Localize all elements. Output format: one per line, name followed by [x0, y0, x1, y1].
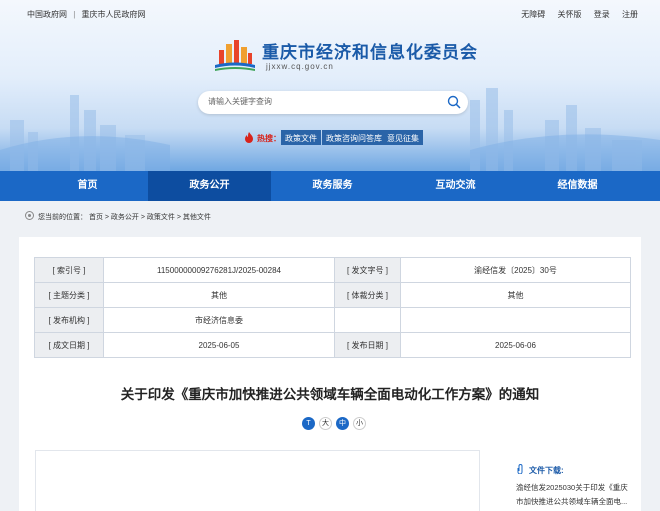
- link-cq-gov[interactable]: 重庆市人民政府网: [82, 10, 146, 19]
- login-link[interactable]: 登录: [594, 10, 610, 19]
- text-size-toggle-button[interactable]: T: [302, 417, 315, 430]
- search-icon[interactable]: [447, 95, 461, 109]
- meta-value: 11500000009276281J/2025-00284: [103, 257, 335, 283]
- nav-gov-services[interactable]: 政务服务: [271, 171, 394, 201]
- hot-tag-policy-docs[interactable]: 政策文件: [281, 130, 321, 145]
- nav-interaction[interactable]: 互动交流: [394, 171, 517, 201]
- download-link-continued[interactable]: 市加快推进公共领域车辆全面电...: [516, 496, 627, 507]
- meta-value: 2025-06-05: [103, 332, 335, 358]
- nav-gov-affairs-open[interactable]: 政务公开: [148, 171, 271, 201]
- meta-label: [ 成文日期 ]: [34, 332, 104, 358]
- nav-home[interactable]: 首页: [26, 171, 149, 201]
- location-icon: [25, 211, 34, 220]
- paperclip-icon: [517, 464, 523, 474]
- site-header: 中国政府网 | 重庆市人民政府网 无障碍 关怀版 登录 注册 重庆市经济和信息化…: [0, 0, 660, 171]
- separator: |: [73, 10, 76, 19]
- document-meta-table: [ 索引号 ] 11500000009276281J/2025-00284 [ …: [34, 257, 631, 358]
- document-title: 关于印发《重庆市加快推进公共领域车辆全面电动化工作方案》的通知: [120, 387, 540, 402]
- meta-value: 其他: [103, 282, 335, 308]
- top-bar: 中国政府网 | 重庆市人民政府网 无障碍 关怀版 登录 注册: [0, 0, 660, 26]
- content-panel: [ 索引号 ] 11500000009276281J/2025-00284 [ …: [19, 237, 641, 511]
- meta-label: [ 主题分类 ]: [34, 282, 104, 308]
- meta-value: [400, 307, 631, 333]
- table-row: [ 索引号 ] 11500000009276281J/2025-00284 [ …: [34, 257, 631, 283]
- document-body: [35, 450, 480, 511]
- meta-value: 2025-06-06: [400, 332, 631, 358]
- main-nav: 首页 政务公开 政务服务 互动交流 经信数据: [0, 171, 660, 201]
- search-input[interactable]: 请输入关键字查询: [208, 96, 272, 107]
- table-row: [ 发布机构 ] 市经济信息委: [34, 307, 631, 333]
- care-mode-link[interactable]: 关怀版: [558, 10, 582, 19]
- table-row: [ 成文日期 ] 2025-06-05 [ 发布日期 ] 2025-06-06: [34, 332, 631, 358]
- font-medium-button[interactable]: 中: [336, 417, 349, 430]
- download-link[interactable]: 渝经信发2025030关于印发《重庆: [516, 482, 628, 493]
- meta-value: 市经济信息委: [103, 307, 335, 333]
- meta-label: [ 发文字号 ]: [334, 257, 401, 283]
- hot-tag-opinions[interactable]: 意见征集: [383, 130, 423, 145]
- flame-icon: [245, 132, 253, 143]
- link-gov-cn[interactable]: 中国政府网: [27, 10, 67, 19]
- site-logo-icon[interactable]: [215, 38, 255, 72]
- breadcrumb-text[interactable]: 您当前的位置： 首页 > 政务公开 > 政策文件 > 其他文件: [38, 212, 211, 222]
- meta-label: [334, 307, 401, 333]
- meta-label: [ 体裁分类 ]: [334, 282, 401, 308]
- nav-data[interactable]: 经信数据: [516, 171, 639, 201]
- meta-label: [ 索引号 ]: [34, 257, 104, 283]
- meta-label: [ 发布机构 ]: [34, 307, 104, 333]
- accessibility-link[interactable]: 无障碍: [521, 10, 545, 19]
- site-url: jjxxw.cq.gov.cn: [266, 62, 334, 71]
- register-link[interactable]: 注册: [622, 10, 638, 19]
- hot-tag-policy-qa[interactable]: 政策咨询问答库: [322, 130, 386, 145]
- hot-label: 热搜：: [257, 134, 281, 143]
- table-row: [ 主题分类 ] 其他 [ 体裁分类 ] 其他: [34, 282, 631, 308]
- search-box[interactable]: 请输入关键字查询: [198, 91, 468, 114]
- site-title[interactable]: 重庆市经济和信息化委员会: [262, 38, 478, 63]
- font-large-button[interactable]: 大: [319, 417, 332, 430]
- meta-label: [ 发布日期 ]: [334, 332, 401, 358]
- meta-value: 其他: [400, 282, 631, 308]
- font-size-controls: T 大 中 小: [302, 417, 382, 431]
- meta-value: 渝经信发〔2025〕30号: [400, 257, 631, 283]
- font-small-button[interactable]: 小: [353, 417, 366, 430]
- download-title: 文件下载:: [529, 466, 564, 475]
